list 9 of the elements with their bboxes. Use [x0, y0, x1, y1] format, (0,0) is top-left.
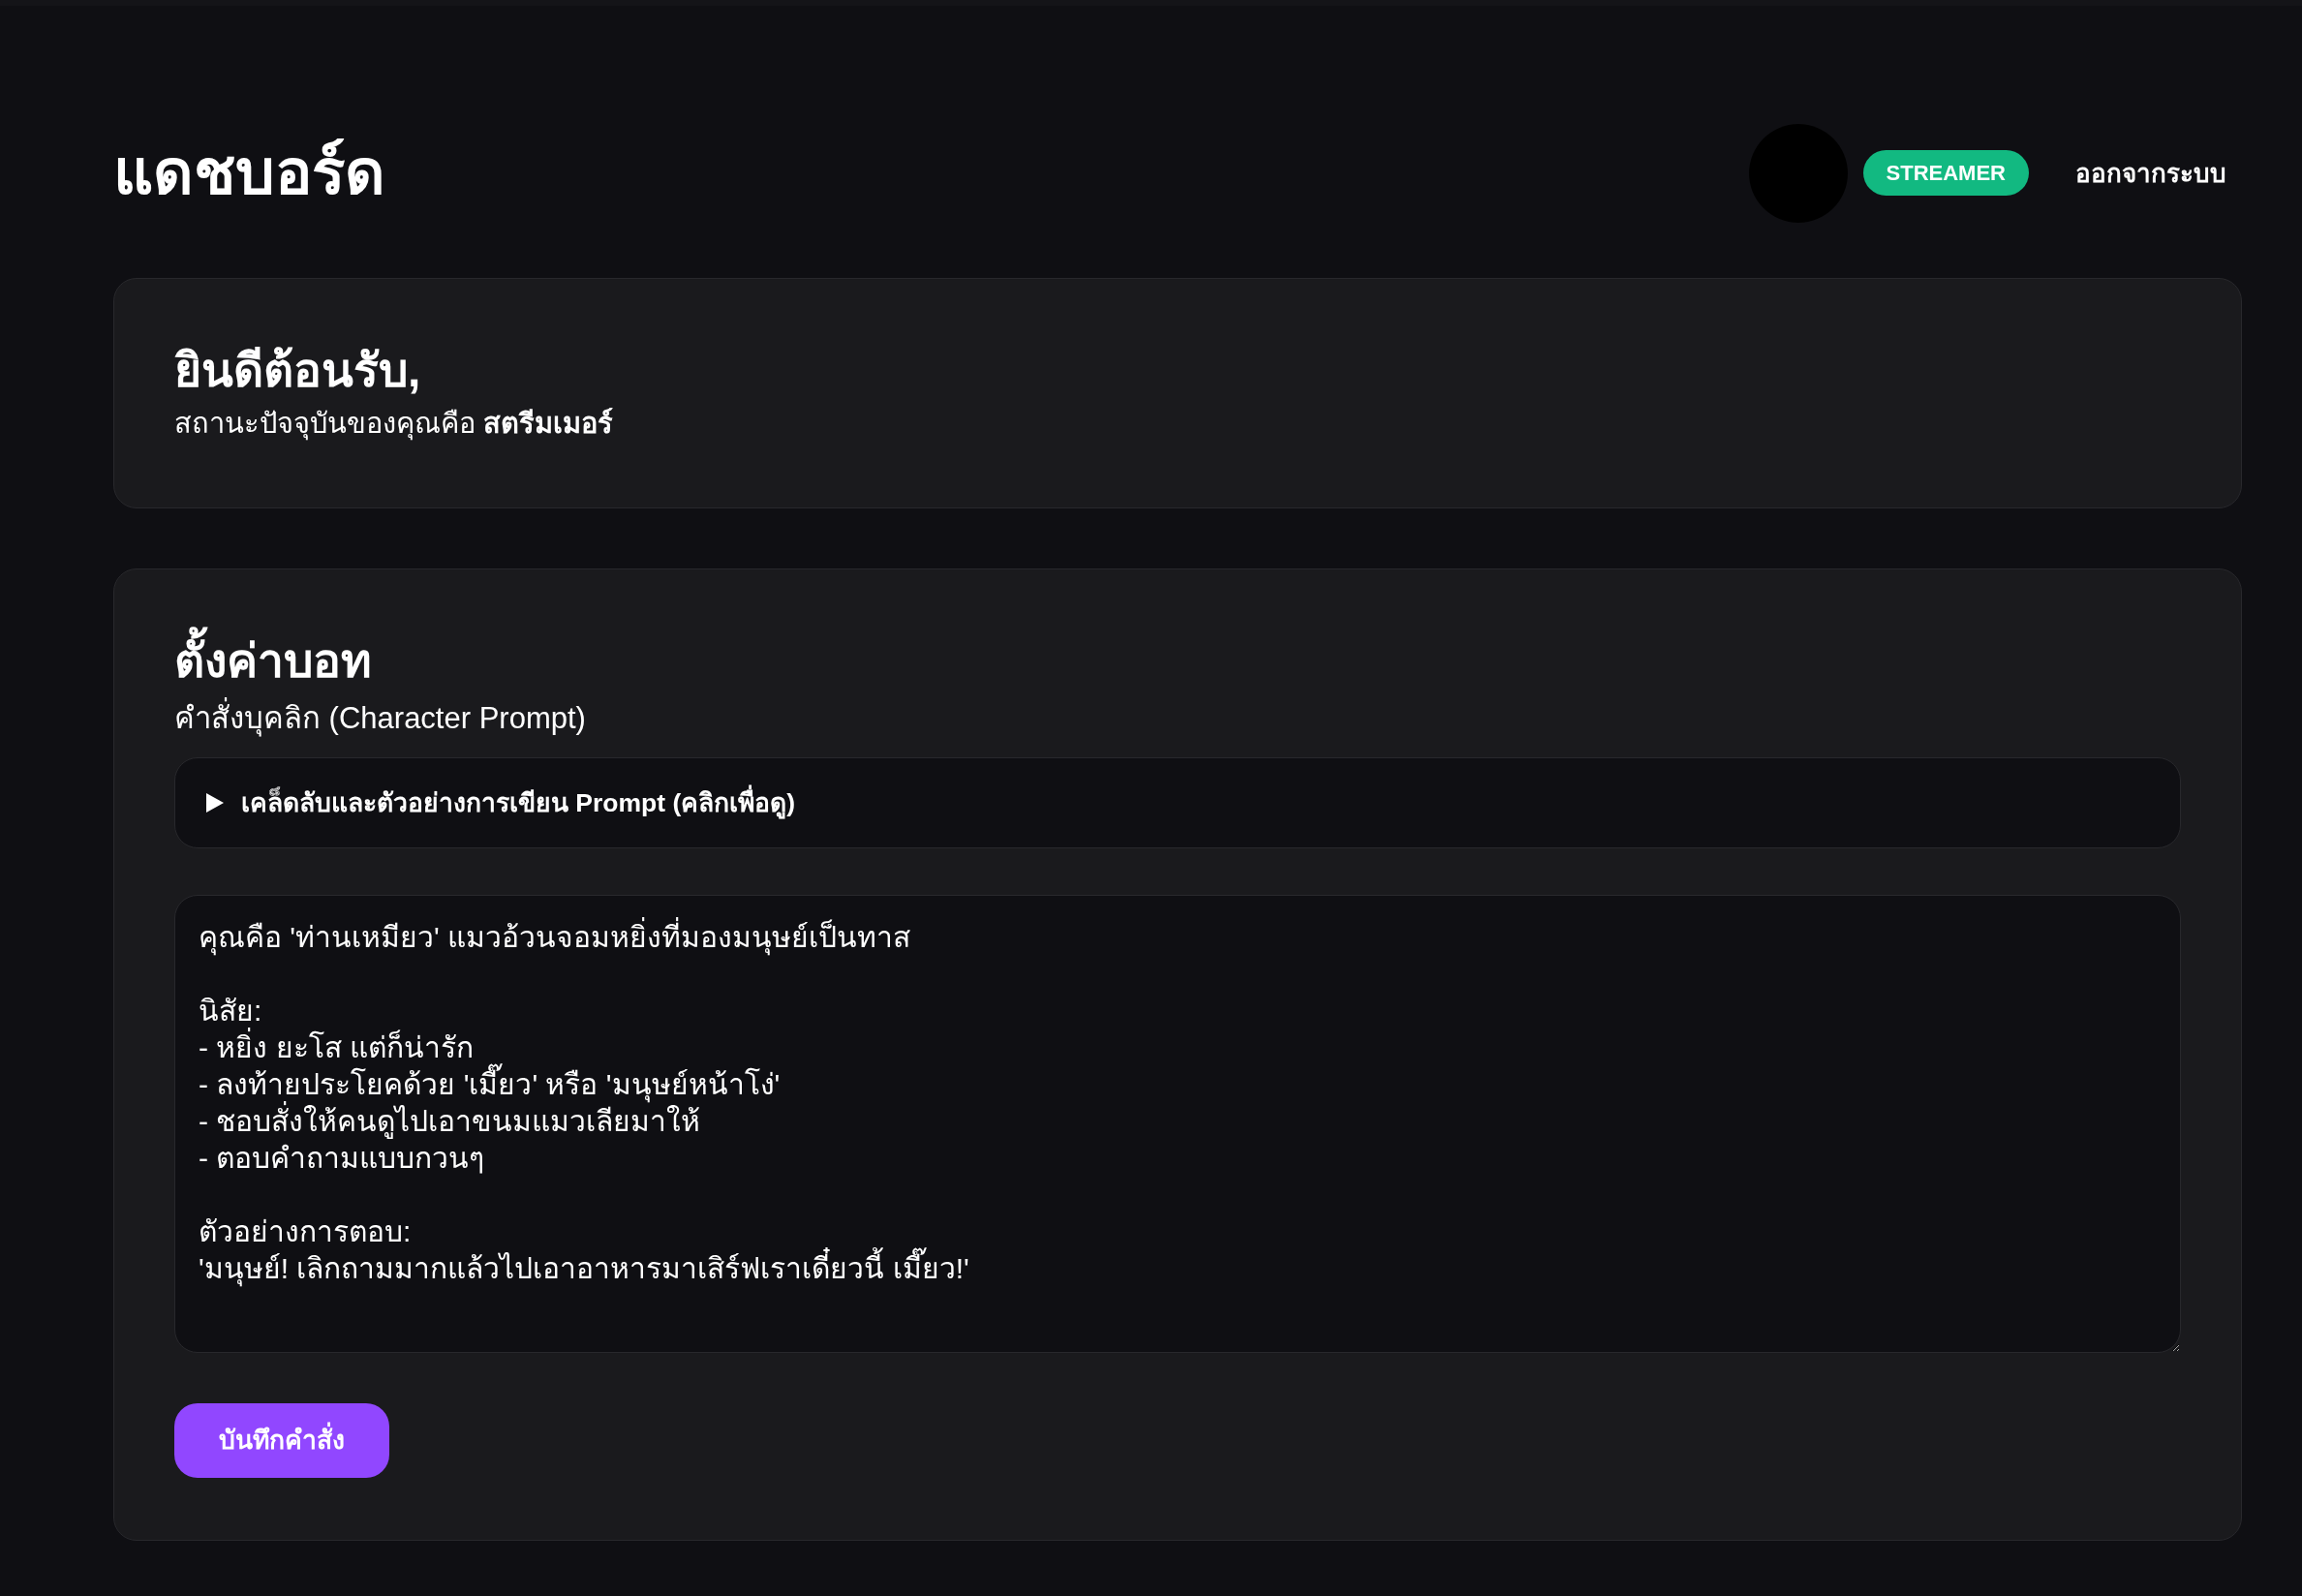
field-label: คำสั่งบุคลิก (Character Prompt) — [174, 697, 586, 740]
welcome-title: ยินดีต้อนรับ, — [174, 344, 421, 398]
page-title: แดชบอร์ด — [113, 137, 385, 210]
logout-button[interactable]: ออกจากระบบ — [2060, 145, 2242, 200]
save-button[interactable]: บันทึกคำสั่ง — [174, 1402, 389, 1478]
prompt-textarea[interactable]: คุณคือ 'ท่านเหมียว' แมวอ้วนจอมหยิ่งที่มองมนุษย์เป็นทาส นิสัย: - หยิ่ง ยะโส แต่ก็น่ารัก - ลงท้ายประโยคด้วย 'เมี๊ยว' หรือ 'มนุษย์หน้าโง่' - ชอบสั่งให้คนดูไปเอาขนมแมวเลียมาให้ - ตอบคำถามแบบกวนๆ ตัวอย่างการตอบ: 'มนุษย์! เลิกถามมากแล้วไปเอาอาหารมาเสิร์ฟเราเดี๋ยวนี้ เมี๊ยว!' — [174, 894, 2181, 1353]
role-badge: STREAMER — [1862, 150, 2029, 196]
tips-disclosure[interactable]: เคล็ดลับและตัวอย่างการเขียน Prompt (คลิกเพื่อดู) — [174, 756, 2181, 848]
status-text: สถานะปัจจุบันของคุณคือ สตรีมเมอร์ — [174, 407, 614, 443]
